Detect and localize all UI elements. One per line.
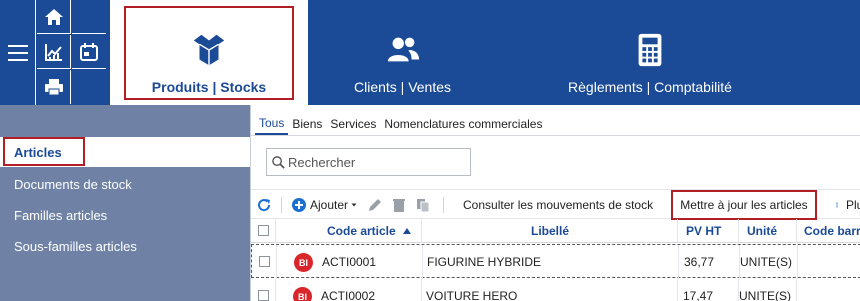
- calendar-icon: [80, 42, 98, 61]
- add-button[interactable]: Ajouter: [291, 190, 358, 220]
- cell-pv-ht: 17,47: [683, 289, 714, 301]
- column-divider: [738, 219, 739, 243]
- module-reglements-comptabilite[interactable]: Règlements | Comptabilité: [540, 0, 760, 105]
- sidebar-item-documents-de-stock[interactable]: Documents de stock: [0, 169, 250, 199]
- module-label: Règlements | Comptabilité: [568, 79, 732, 95]
- column-divider: [422, 245, 423, 279]
- divider: [251, 135, 860, 136]
- more-button-label: Plus: [846, 198, 860, 212]
- cell-unite: UNITE(S): [739, 289, 791, 301]
- toolbar: Ajouter Consulter les mouvements de stoc…: [251, 189, 860, 220]
- pencil-icon: [369, 199, 381, 211]
- column-divider: [275, 279, 276, 301]
- empty-slot: [72, 0, 106, 34]
- update-articles-button[interactable]: Mettre à jour les articles: [671, 190, 817, 220]
- calendar-button[interactable]: [72, 35, 106, 69]
- chart-icon: [44, 43, 62, 61]
- sidebar-item-label: Familles articles: [14, 207, 108, 223]
- table-row[interactable]: BI ACTI0001 FIGURINE HYBRIDE 36,77 UNITE…: [251, 244, 860, 279]
- column-divider: [421, 279, 422, 301]
- cell-code-article: ACTI0002: [321, 289, 376, 301]
- type-badge: BI: [293, 287, 312, 301]
- more-button[interactable]: Plus: [834, 190, 860, 220]
- calculator-icon: [638, 33, 662, 67]
- divider: [443, 197, 444, 213]
- cell-pv-ht: 36,77: [684, 255, 715, 269]
- tab-services[interactable]: Services: [326, 113, 380, 135]
- column-header-code-barre[interactable]: Code barre: [804, 219, 860, 243]
- app-window: Produits | Stocks Clients | Ventes Règle…: [0, 0, 860, 301]
- duplicate-button[interactable]: [415, 190, 431, 220]
- edit-button[interactable]: [367, 190, 383, 220]
- module-produits-stocks[interactable]: Produits | Stocks: [110, 0, 308, 105]
- cell-libelle: VOITURE HERO: [426, 289, 518, 301]
- tab-tous[interactable]: Tous: [255, 113, 289, 135]
- printer-icon: [44, 79, 63, 96]
- print-button[interactable]: [37, 70, 71, 104]
- column-header-pv-ht[interactable]: PV HT: [686, 219, 721, 243]
- sidebar: Articles Documents de stock Familles art…: [0, 105, 250, 301]
- main-panel: Tous Biens Services Nomenclatures commer…: [250, 105, 860, 301]
- cell-unite: UNITE(S): [740, 255, 792, 269]
- column-divider: [677, 279, 678, 301]
- home-icon: [44, 8, 63, 25]
- type-badge: BI: [294, 253, 313, 272]
- refresh-button[interactable]: [256, 190, 272, 220]
- table-row[interactable]: BI ACTI0002 VOITURE HERO 17,47 UNITE(S): [251, 279, 860, 301]
- column-divider: [796, 219, 797, 243]
- more-vertical-icon: [836, 202, 838, 208]
- select-all-checkbox[interactable]: [258, 225, 269, 236]
- column-divider: [678, 245, 679, 279]
- search-icon: [272, 155, 285, 169]
- column-header-unite[interactable]: Unité: [747, 219, 777, 243]
- highlight-box: [124, 6, 294, 100]
- sidebar-item-sous-familles-articles[interactable]: Sous-familles articles: [0, 231, 250, 261]
- search-placeholder: Rechercher: [288, 154, 356, 170]
- plus-circle-icon: [292, 198, 306, 212]
- column-header-label: Code article: [327, 224, 396, 238]
- copy-icon: [417, 199, 430, 213]
- tab-bar: Tous Biens Services Nomenclatures commer…: [251, 113, 546, 135]
- consult-stock-movements-button[interactable]: Consulter les mouvements de stock: [463, 190, 653, 220]
- trash-icon: [393, 199, 405, 212]
- sidebar-item-articles[interactable]: Articles: [0, 137, 250, 167]
- delete-button[interactable]: [391, 190, 407, 220]
- sidebar-item-familles-articles[interactable]: Familles articles: [0, 200, 250, 230]
- column-divider: [797, 245, 798, 279]
- cell-code-article: ACTI0001: [322, 255, 377, 269]
- menu-toggle-button[interactable]: [0, 0, 36, 105]
- row-checkbox[interactable]: [258, 290, 269, 301]
- hamburger-icon: [7, 44, 28, 61]
- search-input[interactable]: Rechercher: [266, 148, 471, 176]
- tab-biens[interactable]: Biens: [288, 113, 326, 135]
- column-divider: [421, 219, 422, 243]
- cell-libelle: FIGURINE HYBRIDE: [427, 255, 542, 269]
- column-divider: [276, 245, 277, 279]
- refresh-icon: [258, 199, 271, 212]
- module-label: Clients | Ventes: [353, 79, 452, 95]
- caret-down-icon: [351, 203, 357, 207]
- row-checkbox[interactable]: [259, 256, 270, 267]
- highlight-box: [3, 137, 85, 166]
- home-button[interactable]: [37, 0, 71, 34]
- column-divider: [275, 219, 276, 243]
- add-button-label: Ajouter: [310, 198, 349, 212]
- table-header: Code article Libellé PV HT Unité Code ba…: [251, 219, 860, 243]
- module-clients-ventes[interactable]: Clients | Ventes: [330, 0, 475, 105]
- divider: [281, 197, 282, 213]
- quick-access-grid: [37, 0, 108, 105]
- column-divider: [796, 279, 797, 301]
- users-icon: [387, 37, 419, 62]
- empty-slot: [72, 70, 106, 104]
- column-header-libelle[interactable]: Libellé: [531, 219, 569, 243]
- sidebar-item-label: Documents de stock: [14, 176, 132, 192]
- column-header-code-article[interactable]: Code article: [327, 219, 412, 243]
- sort-ascending-icon: [402, 228, 411, 234]
- sidebar-item-label: Sous-familles articles: [14, 238, 137, 254]
- dashboard-button[interactable]: [37, 35, 71, 69]
- column-divider: [677, 219, 678, 243]
- tab-nomenclatures-commerciales[interactable]: Nomenclatures commerciales: [380, 113, 546, 135]
- top-bar: Produits | Stocks Clients | Ventes Règle…: [0, 0, 860, 105]
